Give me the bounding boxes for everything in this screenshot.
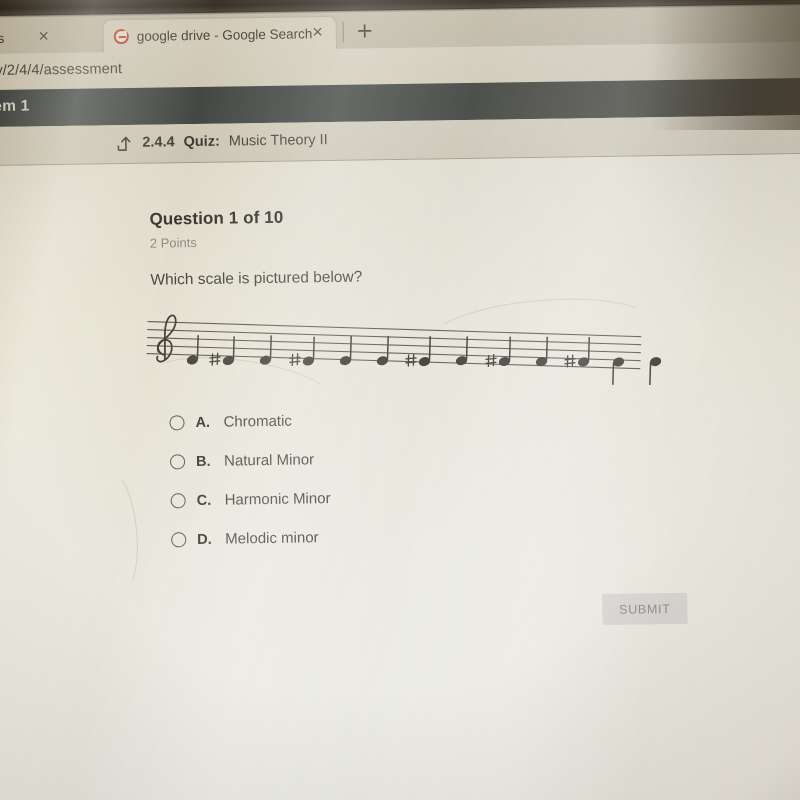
quiz-name: Music Theory II [228,132,328,150]
radio-button-a[interactable] [169,415,185,431]
music-staff-figure [141,296,662,394]
tab-strip-divider [342,21,344,42]
option-letter: B. [195,453,211,470]
option-letter: C. [196,492,212,509]
radio-button-d[interactable] [171,532,187,548]
up-arrow-icon[interactable] [115,134,133,152]
option-label: Natural Minor [223,451,315,470]
answer-option-a[interactable]: A. Chromatic [169,401,329,442]
quiz-type-label: Quiz: [183,133,220,151]
option-letter: D. [197,531,212,548]
photo-of-screen: - Courses × google drive - Google Search… [0,0,800,800]
answer-options-list: A. Chromatic B. Natural Minor C. Harmoni… [169,401,331,559]
answer-option-d[interactable]: D. Melodic minor [171,518,331,559]
tab-close-icon-google-search[interactable]: × [312,24,324,40]
google-g-icon [113,28,129,44]
tab-close-icon-courses[interactable]: × [38,28,50,44]
quiz-number: 2.4.4 [142,134,175,151]
question-prompt: Which scale is pictured below? [150,268,363,289]
tab-title: google drive - Google Search [136,25,313,44]
radio-button-b[interactable] [169,454,186,470]
browser-tab-courses[interactable]: - Courses [0,20,116,55]
url-input[interactable]: ivity/2/4/4/assessment [0,61,122,79]
submit-button[interactable]: SUBMIT [602,592,688,626]
option-label: Harmonic Minor [224,490,331,509]
quiz-page-body: Question 1 of 10 2 Points Which scale is… [0,153,800,800]
option-label: Melodic minor [225,529,319,548]
page-title: Question 1 of 10 [149,207,284,229]
option-label: Chromatic [223,412,292,431]
option-letter: A. [195,414,211,431]
tab-title: - Courses [0,30,5,47]
question-points: 2 Points [149,235,197,251]
course-title: Sem 1 [0,97,30,116]
browser-tab-google-search[interactable]: google drive - Google Search [103,16,336,53]
answer-option-c[interactable]: C. Harmonic Minor [170,479,331,520]
radio-button-c[interactable] [170,493,186,509]
new-tab-button[interactable]: + [354,18,376,42]
screen-content: - Courses × google drive - Google Search… [0,0,800,800]
answer-option-b[interactable]: B. Natural Minor [169,440,330,481]
